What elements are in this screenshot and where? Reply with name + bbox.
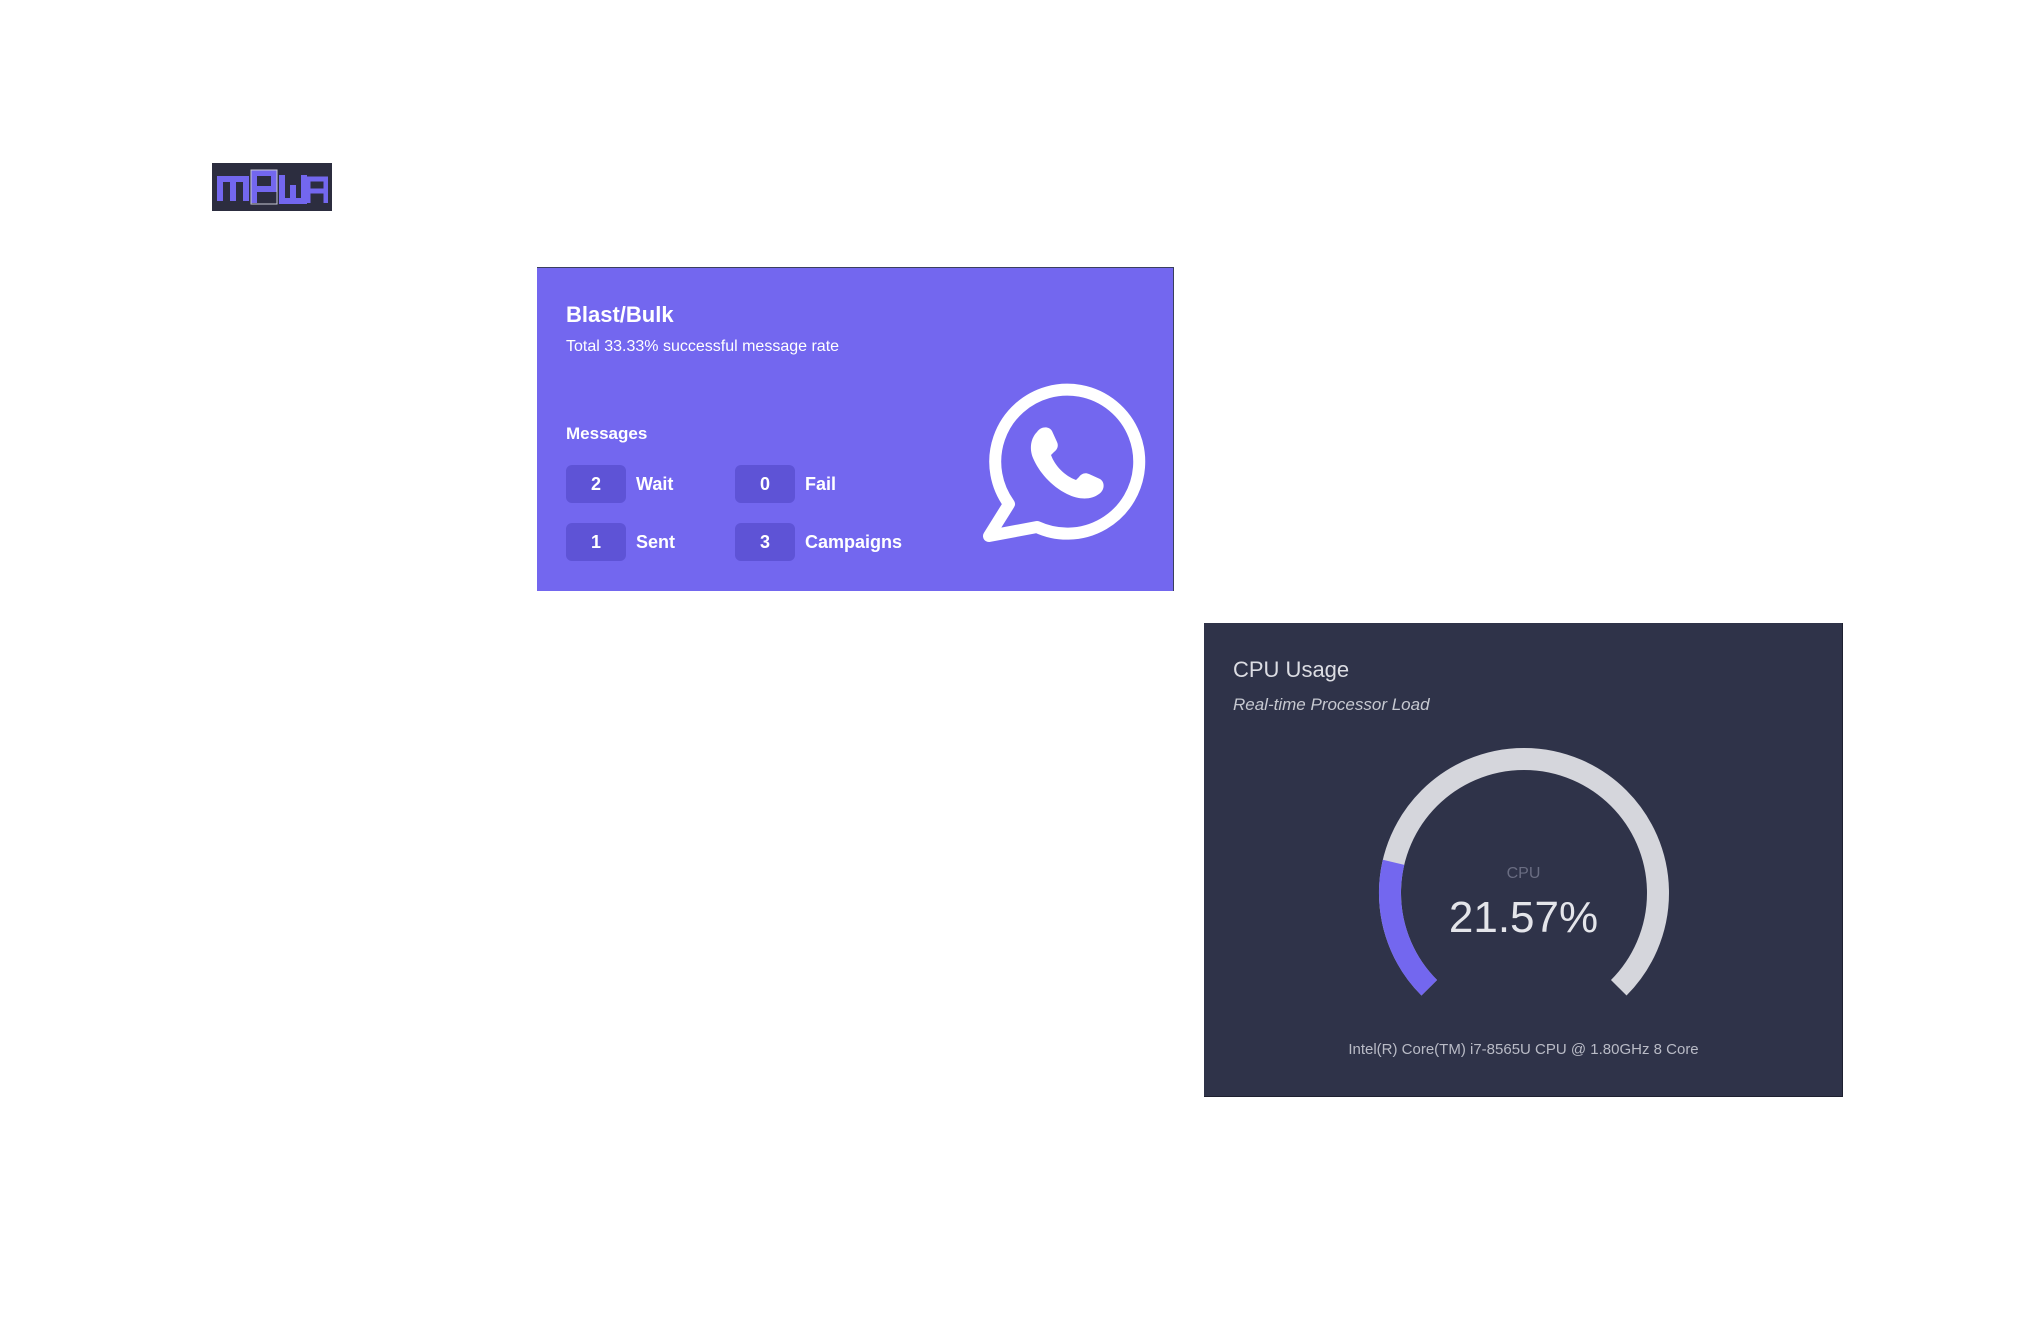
gauge-label: CPU (1506, 865, 1541, 882)
stat-sent-count: 1 (566, 523, 626, 561)
cpu-card-title: CPU Usage (1233, 657, 1350, 682)
cpu-model-text: Intel(R) Core(TM) i7-8565U CPU @ 1.80GHz… (1348, 1041, 1699, 1058)
stat-sent-label: Sent (636, 531, 676, 552)
stat-fail: 0 Fail (735, 465, 836, 503)
gauge-value: 21.57% (1448, 893, 1599, 942)
stat-sent: 1 Sent (566, 523, 675, 561)
stat-wait-count: 2 (566, 465, 626, 503)
blast-card-title: Blast/Bulk (566, 302, 674, 327)
cpu-usage-card: CPU Usage Real-time Processor Load CPU 2… (1204, 623, 1843, 1097)
stat-wait: 2 Wait (566, 465, 673, 503)
blast-bulk-card: Blast/Bulk Total 33.33% successful messa… (537, 267, 1174, 591)
app-logo (212, 163, 332, 211)
blast-card-subtitle: Total 33.33% successful message rate (566, 338, 840, 355)
stat-wait-label: Wait (636, 473, 674, 494)
messages-heading: Messages (566, 424, 648, 443)
stat-campaigns-label: Campaigns (805, 531, 903, 552)
cpu-card-subtitle: Real-time Processor Load (1233, 695, 1430, 714)
logo-mark (217, 169, 328, 205)
stat-fail-label: Fail (805, 473, 837, 494)
stat-campaigns-count: 3 (735, 523, 795, 561)
whatsapp-icon (983, 383, 1146, 542)
stat-fail-count: 0 (735, 465, 795, 503)
stat-campaigns: 3 Campaigns (735, 523, 902, 561)
